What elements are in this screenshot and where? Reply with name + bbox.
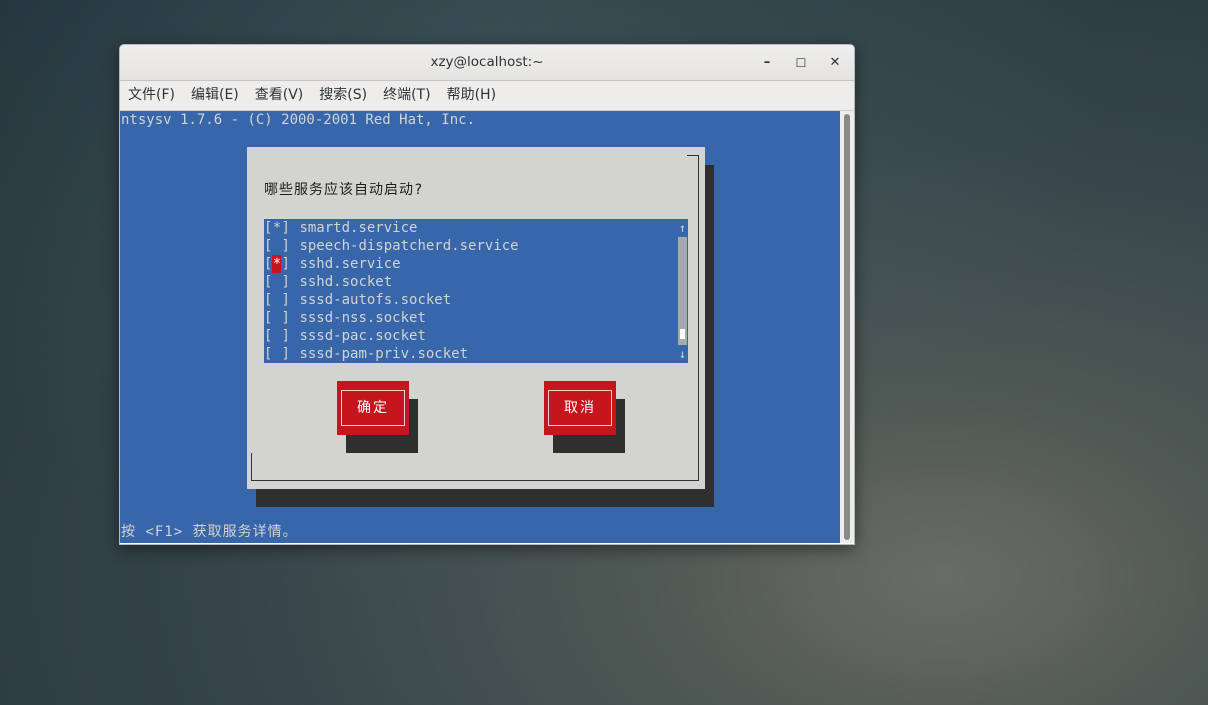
- scroll-up-arrow-icon[interactable]: ↑: [678, 219, 687, 237]
- dialog-border: [251, 453, 252, 481]
- list-item[interactable]: [ ] sssd-pac.socket: [264, 327, 426, 345]
- list-item[interactable]: [ ] sssd-pam-priv.socket: [264, 345, 468, 363]
- services-dialog: 哪些服务应该自动启动? [*] smartd.service [ ] speec…: [247, 147, 705, 489]
- minimize-button[interactable]: –: [757, 53, 777, 73]
- scroll-track[interactable]: [678, 237, 687, 345]
- menu-search[interactable]: 搜索(S): [311, 81, 375, 110]
- services-list[interactable]: [*] smartd.service [ ] speech-dispatcher…: [264, 219, 688, 363]
- checkbox[interactable]: [ ]: [264, 327, 291, 345]
- list-item[interactable]: [ ] sssd-autofs.socket: [264, 291, 451, 309]
- title-bar[interactable]: xzy@localhost:~ – ☐ ✕: [120, 45, 854, 81]
- menu-edit[interactable]: 编辑(E): [183, 81, 247, 110]
- menu-file[interactable]: 文件(F): [120, 81, 183, 110]
- help-hint: 按 <F1> 获取服务详情。: [121, 524, 298, 540]
- checkbox[interactable]: [*]: [264, 255, 291, 273]
- checkbox[interactable]: [*]: [264, 219, 291, 237]
- dialog-border: [251, 480, 699, 481]
- close-button[interactable]: ✕: [825, 53, 845, 73]
- list-item[interactable]: [ ] sshd.socket: [264, 273, 392, 291]
- cancel-button-label: 取消: [548, 390, 612, 426]
- scroll-thumb[interactable]: [680, 329, 685, 339]
- checkbox[interactable]: [ ]: [264, 309, 291, 327]
- checkbox[interactable]: [ ]: [264, 273, 291, 291]
- list-item[interactable]: [ ] sssd-nss.socket: [264, 309, 426, 327]
- dialog-border: [698, 155, 699, 480]
- cancel-button[interactable]: 取消: [544, 381, 616, 435]
- terminal-scrollbar[interactable]: [840, 111, 854, 543]
- terminal-window: xzy@localhost:~ – ☐ ✕ 文件(F) 编辑(E) 查看(V) 搜索(…: [119, 44, 855, 545]
- terminal-area[interactable]: ntsysv 1.7.6 - (C) 2000-2001 Red Hat, In…: [120, 111, 840, 543]
- maximize-button[interactable]: ☐: [791, 53, 811, 73]
- list-item[interactable]: [*] smartd.service: [264, 219, 417, 237]
- dialog-question: 哪些服务应该自动启动?: [264, 182, 424, 198]
- ntsysv-header: ntsysv 1.7.6 - (C) 2000-2001 Red Hat, In…: [121, 112, 476, 128]
- checkbox[interactable]: [ ]: [264, 237, 291, 255]
- checkbox[interactable]: [ ]: [264, 291, 291, 309]
- list-scrollbar[interactable]: ↑ ↓: [678, 219, 687, 363]
- ok-button[interactable]: 确定: [337, 381, 409, 435]
- terminal-scroll-thumb[interactable]: [844, 114, 850, 540]
- menu-bar: 文件(F) 编辑(E) 查看(V) 搜索(S) 终端(T) 帮助(H): [120, 81, 854, 111]
- menu-terminal[interactable]: 终端(T): [375, 81, 438, 110]
- list-item[interactable]: [ ] speech-dispatcherd.service: [264, 237, 519, 255]
- window-title: xzy@localhost:~: [430, 54, 544, 70]
- focus-cursor: *: [272, 255, 282, 273]
- menu-view[interactable]: 查看(V): [247, 81, 312, 110]
- list-item-focused[interactable]: [*] sshd.service: [264, 255, 401, 273]
- ok-button-label: 确定: [341, 390, 405, 426]
- menu-help[interactable]: 帮助(H): [439, 81, 504, 110]
- checkbox[interactable]: [ ]: [264, 345, 291, 363]
- scroll-down-arrow-icon[interactable]: ↓: [678, 345, 687, 363]
